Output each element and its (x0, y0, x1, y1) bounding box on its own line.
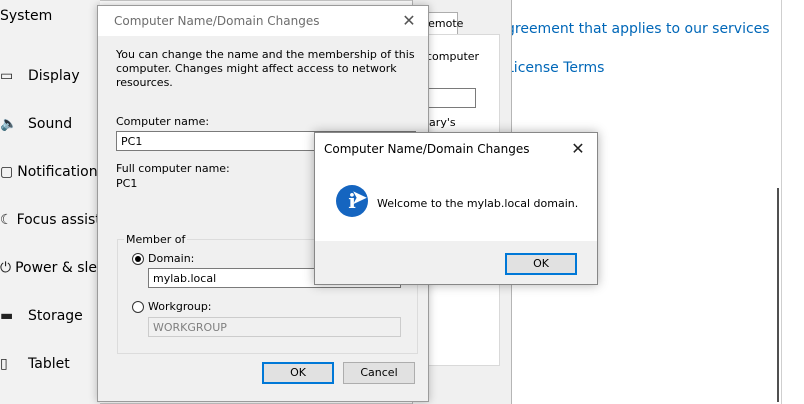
tablet-icon: ▯ (0, 356, 8, 372)
member-of-label: Member of (124, 233, 188, 246)
dialog-intro: You can change the name and the membersh… (116, 48, 415, 89)
dialog-title: Computer Name/Domain Changes (114, 14, 320, 28)
message-text: Welcome to the mylab.local domain. (377, 197, 579, 210)
computer-name-label: Computer name: (116, 115, 210, 128)
close-icon[interactable]: ✕ (565, 136, 591, 162)
workgroup-input[interactable]: WORKGROUP (148, 317, 401, 337)
ok-button[interactable]: OK (262, 362, 334, 384)
message-box-title: Computer Name/Domain Changes (324, 142, 530, 156)
background-input[interactable] (426, 88, 476, 108)
mouse-cursor-icon: ➤ (351, 185, 368, 209)
cancel-button[interactable]: Cancel (343, 362, 415, 384)
sidebar-item-storage[interactable]: ▬ Storage (0, 304, 100, 328)
workgroup-label: Workgroup: (148, 300, 212, 313)
sidebar-item-power[interactable]: ⏻ Power & sleep (0, 256, 100, 280)
full-name-label: Full computer name: (116, 162, 230, 175)
focus-assist-icon: ☾ (0, 212, 13, 228)
display-icon: ▭ (0, 68, 14, 84)
welcome-message-box: Computer Name/Domain Changes ✕ i ➤ Welco… (314, 132, 598, 285)
storage-icon: ▬ (0, 308, 14, 324)
window-edge (781, 0, 804, 404)
scrollbar-thumb[interactable] (777, 188, 779, 402)
power-icon: ⏻ (0, 260, 12, 276)
dialog-titlebar: Computer Name/Domain Changes ✕ (98, 6, 428, 36)
sidebar-item-label: Storage (28, 308, 83, 324)
settings-sidebar: System ▭ Display 🔈 Sound ▢ Notifications… (0, 0, 100, 404)
sidebar-item-label: Sound (28, 116, 73, 132)
domain-label: Domain: (148, 252, 195, 265)
sidebar-item-tablet[interactable]: ▯ Tablet (0, 352, 100, 376)
sidebar-item-label: Tablet (28, 356, 70, 372)
sidebar-item-label: Display (28, 68, 80, 84)
sidebar-item-label: Focus assist (16, 212, 100, 228)
sound-icon: 🔈 (0, 116, 18, 132)
message-box-footer: OK (315, 241, 597, 284)
sidebar-item-notifications[interactable]: ▢ Notifications (0, 160, 100, 184)
close-icon[interactable]: ✕ (396, 8, 422, 34)
sidebar-item-focus-assist[interactable]: ☾ Focus assist (0, 208, 100, 232)
license-terms-link[interactable]: License Terms (506, 60, 604, 76)
sidebar-title: System (0, 8, 53, 24)
message-ok-button[interactable]: OK (505, 253, 577, 275)
workgroup-radio[interactable] (132, 301, 144, 313)
sidebar-item-display[interactable]: ▭ Display (0, 64, 100, 88)
services-agreement-link[interactable]: greement that applies to our services (506, 21, 770, 37)
background-text: lary's (426, 116, 456, 129)
sidebar-item-label: Power & sleep (15, 260, 100, 276)
domain-radio[interactable] (132, 253, 144, 265)
sidebar-item-label: Notifications (17, 164, 100, 180)
notifications-icon: ▢ (0, 164, 14, 180)
full-name-value: PC1 (116, 177, 138, 190)
background-text: computer (426, 50, 480, 63)
sidebar-item-sound[interactable]: 🔈 Sound (0, 112, 100, 136)
